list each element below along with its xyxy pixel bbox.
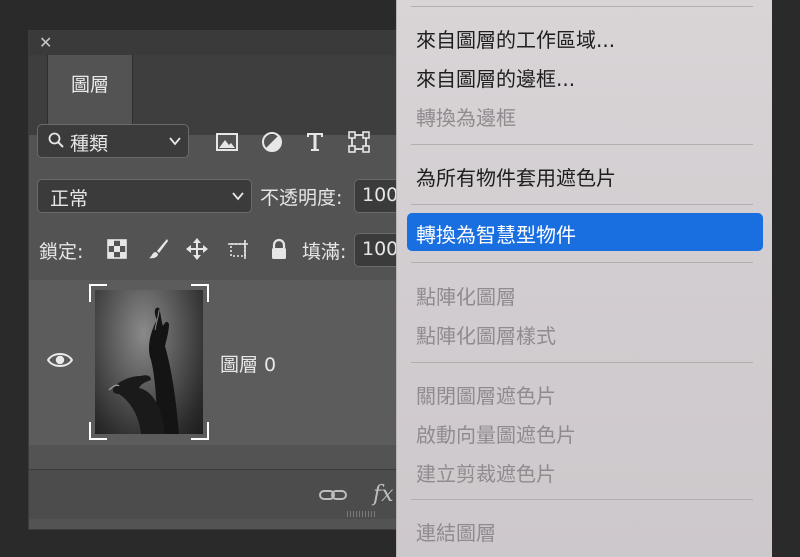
menu-separator bbox=[411, 144, 753, 145]
panel-footer: fx bbox=[29, 469, 447, 519]
chevron-down-icon bbox=[169, 137, 181, 146]
layer-name[interactable]: 圖層 0 bbox=[220, 350, 276, 377]
lock-image-pixels-icon[interactable] bbox=[146, 237, 170, 261]
filter-kind-label: 種類 bbox=[70, 133, 109, 155]
tab-layers[interactable]: 圖層 bbox=[47, 55, 133, 135]
layer-row[interactable]: 圖層 0 bbox=[29, 280, 447, 445]
blend-mode-value: 正常 bbox=[50, 188, 89, 210]
menu-item-rasterize-layer-style[interactable]: 點陣化圖層樣式 bbox=[416, 320, 556, 349]
menu-separator bbox=[411, 6, 753, 7]
context-menu: 來自圖層的工作區域... 來自圖層的邊框... 轉換為邊框 為所有物件套用遮色片… bbox=[396, 0, 772, 557]
lock-artboard-icon[interactable] bbox=[226, 237, 250, 261]
layers-panel: ✕ 圖層 種類 正常 不透明度: 100 鎖定: 填滿: 100 圖層 0 fx bbox=[28, 30, 448, 530]
lock-position-icon[interactable] bbox=[185, 237, 209, 261]
menu-item-enable-vector-mask[interactable]: 啟動向量圖遮色片 bbox=[416, 419, 576, 448]
menu-separator bbox=[411, 262, 753, 263]
menu-item-convert-to-frame[interactable]: 轉換為邊框 bbox=[416, 102, 516, 131]
close-icon[interactable]: ✕ bbox=[39, 33, 52, 53]
panel-titlebar: ✕ bbox=[29, 31, 447, 55]
menu-item-label: 轉換為智慧型物件 bbox=[416, 223, 576, 247]
menu-separator bbox=[411, 362, 753, 363]
lock-all-icon[interactable] bbox=[267, 237, 291, 261]
menu-item-create-clipping-mask[interactable]: 建立剪裁遮色片 bbox=[416, 458, 556, 487]
eye-icon[interactable] bbox=[47, 350, 73, 370]
menu-item-frame-from-layers[interactable]: 來自圖層的邊框... bbox=[416, 63, 575, 92]
menu-item-artboard-from-layers[interactable]: 來自圖層的工作區域... bbox=[416, 24, 615, 53]
hands-silhouette bbox=[108, 307, 179, 434]
fx-button[interactable]: fx bbox=[373, 482, 394, 507]
chevron-down-icon bbox=[232, 192, 244, 201]
tab-label: 圖層 bbox=[70, 74, 109, 96]
adjustment-filter-icon[interactable] bbox=[260, 130, 284, 154]
type-filter-icon[interactable] bbox=[303, 130, 327, 154]
menu-separator bbox=[411, 499, 753, 500]
resize-grip[interactable] bbox=[347, 511, 377, 517]
layer-thumbnail[interactable] bbox=[89, 284, 209, 440]
panel-tabbar: 圖層 bbox=[29, 55, 447, 135]
lock-transparent-pixels-icon[interactable] bbox=[105, 237, 129, 261]
fill-label: 填滿: bbox=[302, 241, 347, 263]
blend-mode-select[interactable]: 正常 bbox=[37, 179, 252, 213]
menu-separator bbox=[411, 204, 753, 205]
lock-label: 鎖定: bbox=[39, 241, 84, 263]
link-icon[interactable] bbox=[319, 485, 347, 505]
image-filter-icon[interactable] bbox=[215, 130, 239, 154]
filter-kind-select[interactable]: 種類 bbox=[37, 124, 189, 158]
menu-item-link-layers[interactable]: 連結圖層 bbox=[416, 517, 496, 546]
shape-filter-icon[interactable] bbox=[347, 130, 371, 154]
search-icon bbox=[48, 132, 64, 148]
menu-item-disable-layer-mask[interactable]: 關閉圖層遮色片 bbox=[416, 380, 556, 409]
menu-item-rasterize-layer[interactable]: 點陣化圖層 bbox=[416, 281, 516, 310]
thumbnail-image bbox=[95, 290, 203, 434]
menu-item-convert-to-smart-object[interactable]: 轉換為智慧型物件 bbox=[407, 213, 763, 251]
menu-item-mask-all-objects[interactable]: 為所有物件套用遮色片 bbox=[416, 162, 616, 191]
opacity-label: 不透明度: bbox=[260, 187, 343, 209]
